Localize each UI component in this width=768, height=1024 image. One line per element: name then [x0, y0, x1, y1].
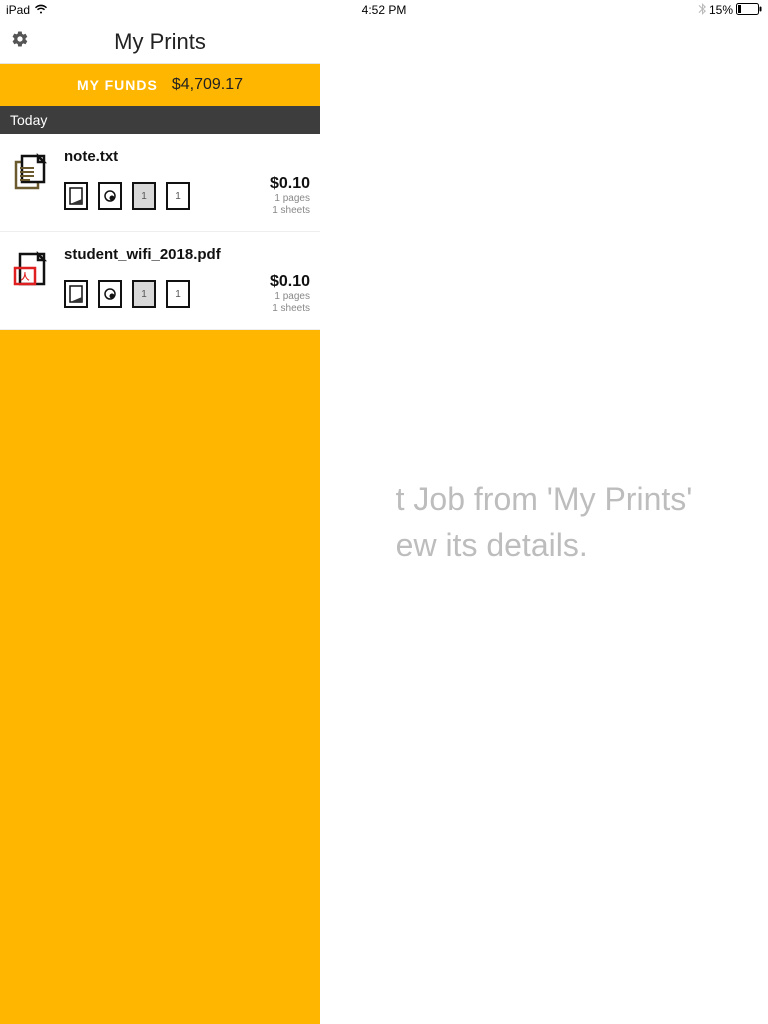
carrier-label: iPad	[6, 3, 30, 17]
copies-icon: 1	[166, 280, 190, 308]
pages-per-side-icon: 1	[132, 182, 156, 210]
placeholder-text: t Job from 'My Prints' ew its details.	[396, 476, 693, 569]
battery-label: 15%	[709, 3, 733, 17]
svg-text:人: 人	[19, 271, 30, 282]
job-options: 1 1	[64, 182, 190, 210]
wifi-icon	[34, 3, 48, 17]
duplex-icon	[64, 182, 88, 210]
job-item[interactable]: note.txt 1 1 $0.10 1 pages 1 sheets	[0, 134, 320, 232]
job-price: $0.10	[270, 175, 310, 193]
gear-icon	[11, 30, 29, 53]
job-options: 1 1	[64, 280, 190, 308]
sidebar-fill	[0, 330, 320, 1024]
copies-icon: 1	[166, 182, 190, 210]
color-icon	[98, 182, 122, 210]
job-sheets: 1 sheets	[270, 303, 310, 315]
header: My Prints	[0, 20, 320, 64]
section-header-today: Today	[0, 106, 320, 134]
color-icon	[98, 280, 122, 308]
job-list: note.txt 1 1 $0.10 1 pages 1 sheets	[0, 134, 320, 330]
job-pages: 1 pages	[270, 291, 310, 303]
settings-button[interactable]	[0, 30, 40, 53]
job-item[interactable]: 人 student_wifi_2018.pdf 1 1 $0.10	[0, 232, 320, 330]
job-sheets: 1 sheets	[270, 205, 310, 217]
bluetooth-icon	[698, 3, 706, 18]
pages-per-side-icon: 1	[132, 280, 156, 308]
file-txt-icon	[10, 152, 50, 192]
page-title: My Prints	[114, 29, 206, 55]
duplex-icon	[64, 280, 88, 308]
job-name: student_wifi_2018.pdf	[64, 246, 310, 263]
time-label: 4:52 PM	[362, 3, 407, 17]
funds-bar[interactable]: MY FUNDS $4,709.17	[0, 64, 320, 106]
job-price: $0.10	[270, 273, 310, 291]
job-pages: 1 pages	[270, 193, 310, 205]
funds-amount: $4,709.17	[172, 76, 243, 94]
sidebar: My Prints MY FUNDS $4,709.17 Today	[0, 20, 320, 1024]
job-name: note.txt	[64, 148, 310, 165]
battery-icon	[736, 3, 762, 18]
detail-pane: t Job from 'My Prints' ew its details.	[320, 20, 768, 1024]
file-pdf-icon: 人	[10, 250, 50, 290]
status-bar: iPad 4:52 PM 15%	[0, 0, 768, 20]
funds-label: MY FUNDS	[77, 77, 158, 93]
